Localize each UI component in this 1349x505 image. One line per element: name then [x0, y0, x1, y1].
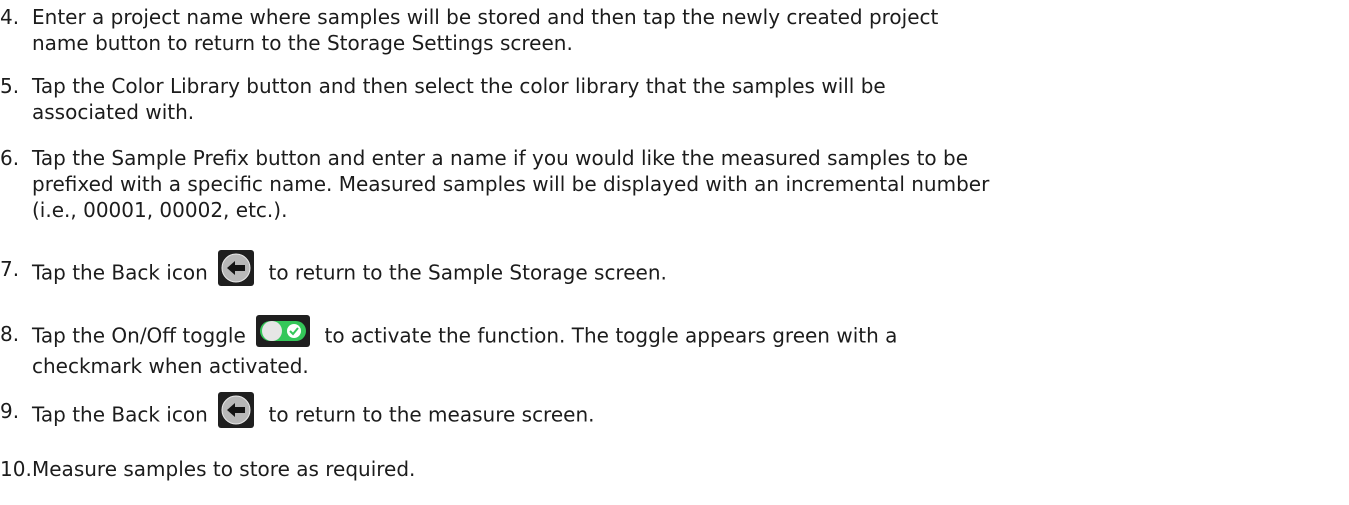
step-line: Tap the On/Off toggle to activate the fu… — [32, 315, 1332, 353]
step-text: Tap the Color Library button and then se… — [32, 73, 1332, 125]
step-6: 6. Tap the Sample Prefix button and ente… — [0, 145, 1332, 223]
step-line: Tap the Back icon to return to the measu… — [32, 392, 1332, 434]
step-text: Tap the Back icon to return to the Sampl… — [32, 250, 1332, 292]
step-text-before-icon: Tap the Back icon — [32, 260, 208, 285]
step-text: Measure samples to store as required. — [32, 456, 1332, 482]
step-text: Tap the Sample Prefix button and enter a… — [32, 145, 1332, 223]
step-number: 6. — [0, 146, 20, 170]
step-number: 4. — [0, 5, 20, 29]
step-5: 5. Tap the Color Library button and then… — [0, 73, 1332, 125]
step-text-before-icon: Tap the Back icon — [32, 402, 208, 427]
step-line: associated with. — [32, 100, 195, 124]
step-number: 10. — [0, 457, 32, 481]
step-line: Tap the Sample Prefix button and enter a… — [32, 146, 969, 170]
step-line: name button to return to the Storage Set… — [32, 31, 573, 55]
step-text: Enter a project name where samples will … — [32, 4, 1332, 56]
on-off-toggle-icon — [256, 315, 311, 347]
step-line: Tap the Back icon to return to the Sampl… — [32, 250, 1332, 292]
step-number: 5. — [0, 74, 20, 98]
step-text: Tap the On/Off toggle to activate the fu… — [32, 315, 1332, 379]
step-line: (i.e., 00001, 00002, etc.). — [32, 198, 288, 222]
step-line: Enter a project name where samples will … — [32, 5, 939, 29]
step-text-before-icon: Tap the On/Off toggle — [32, 323, 246, 348]
step-line: Measure samples to store as required. — [32, 457, 416, 481]
step-9: 9. Tap the Back icon to return to the me… — [0, 392, 1332, 434]
back-arrow-circle-icon — [218, 392, 255, 428]
step-10: 10. Measure samples to store as required… — [0, 456, 1332, 482]
step-text-after-icon: to activate the function. The toggle app… — [324, 323, 898, 348]
step-7: 7. Tap the Back icon to return to the Sa… — [0, 250, 1332, 292]
back-arrow-circle-icon — [218, 250, 255, 286]
step-line: Tap the Color Library button and then se… — [32, 74, 886, 98]
step-text: Tap the Back icon to return to the measu… — [32, 392, 1332, 434]
step-8: 8. Tap the On/Off toggle to activate the… — [0, 315, 1332, 379]
step-text-after-icon: to return to the measure screen. — [268, 402, 595, 427]
instruction-steps: 4. Enter a project name where samples wi… — [0, 0, 1349, 505]
step-4: 4. Enter a project name where samples wi… — [0, 4, 1332, 56]
step-number: 8. — [0, 322, 20, 346]
step-line: prefixed with a specific name. Measured … — [32, 172, 990, 196]
step-number: 9. — [0, 399, 20, 423]
step-text-after-icon: to return to the Sample Storage screen. — [268, 260, 667, 285]
step-number: 7. — [0, 257, 20, 281]
step-line: checkmark when activated. — [32, 354, 309, 378]
